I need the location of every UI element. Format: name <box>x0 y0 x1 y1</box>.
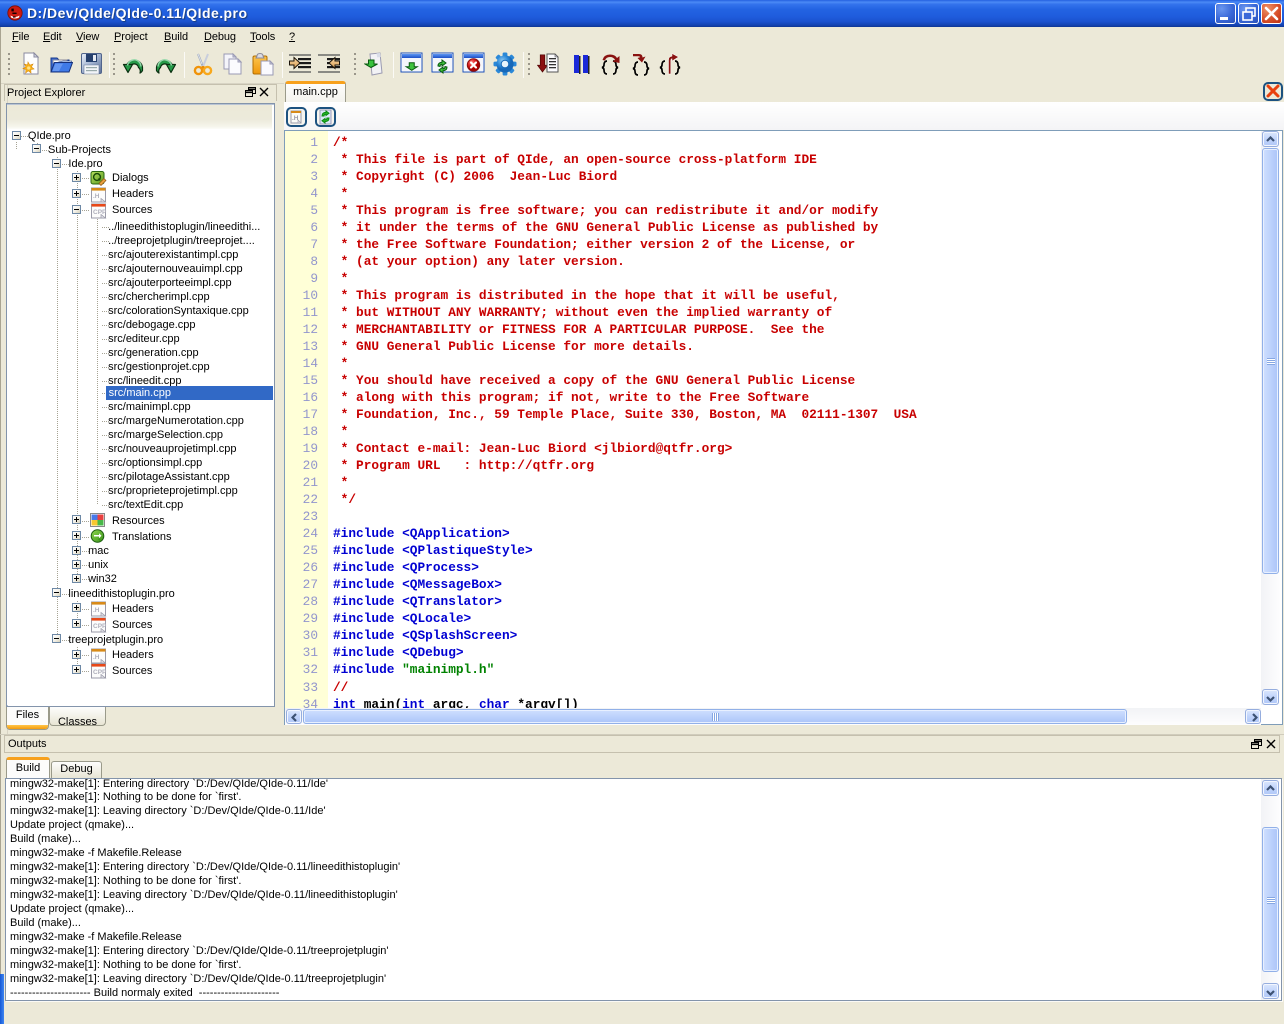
svg-text:.H: .H <box>93 607 100 614</box>
svg-text:.H: .H <box>93 654 100 661</box>
svg-text:.H: .H <box>93 193 100 200</box>
svg-text:CPP: CPP <box>93 209 107 216</box>
svg-text:CPP: CPP <box>93 669 107 676</box>
svg-text:CPP: CPP <box>93 623 107 630</box>
